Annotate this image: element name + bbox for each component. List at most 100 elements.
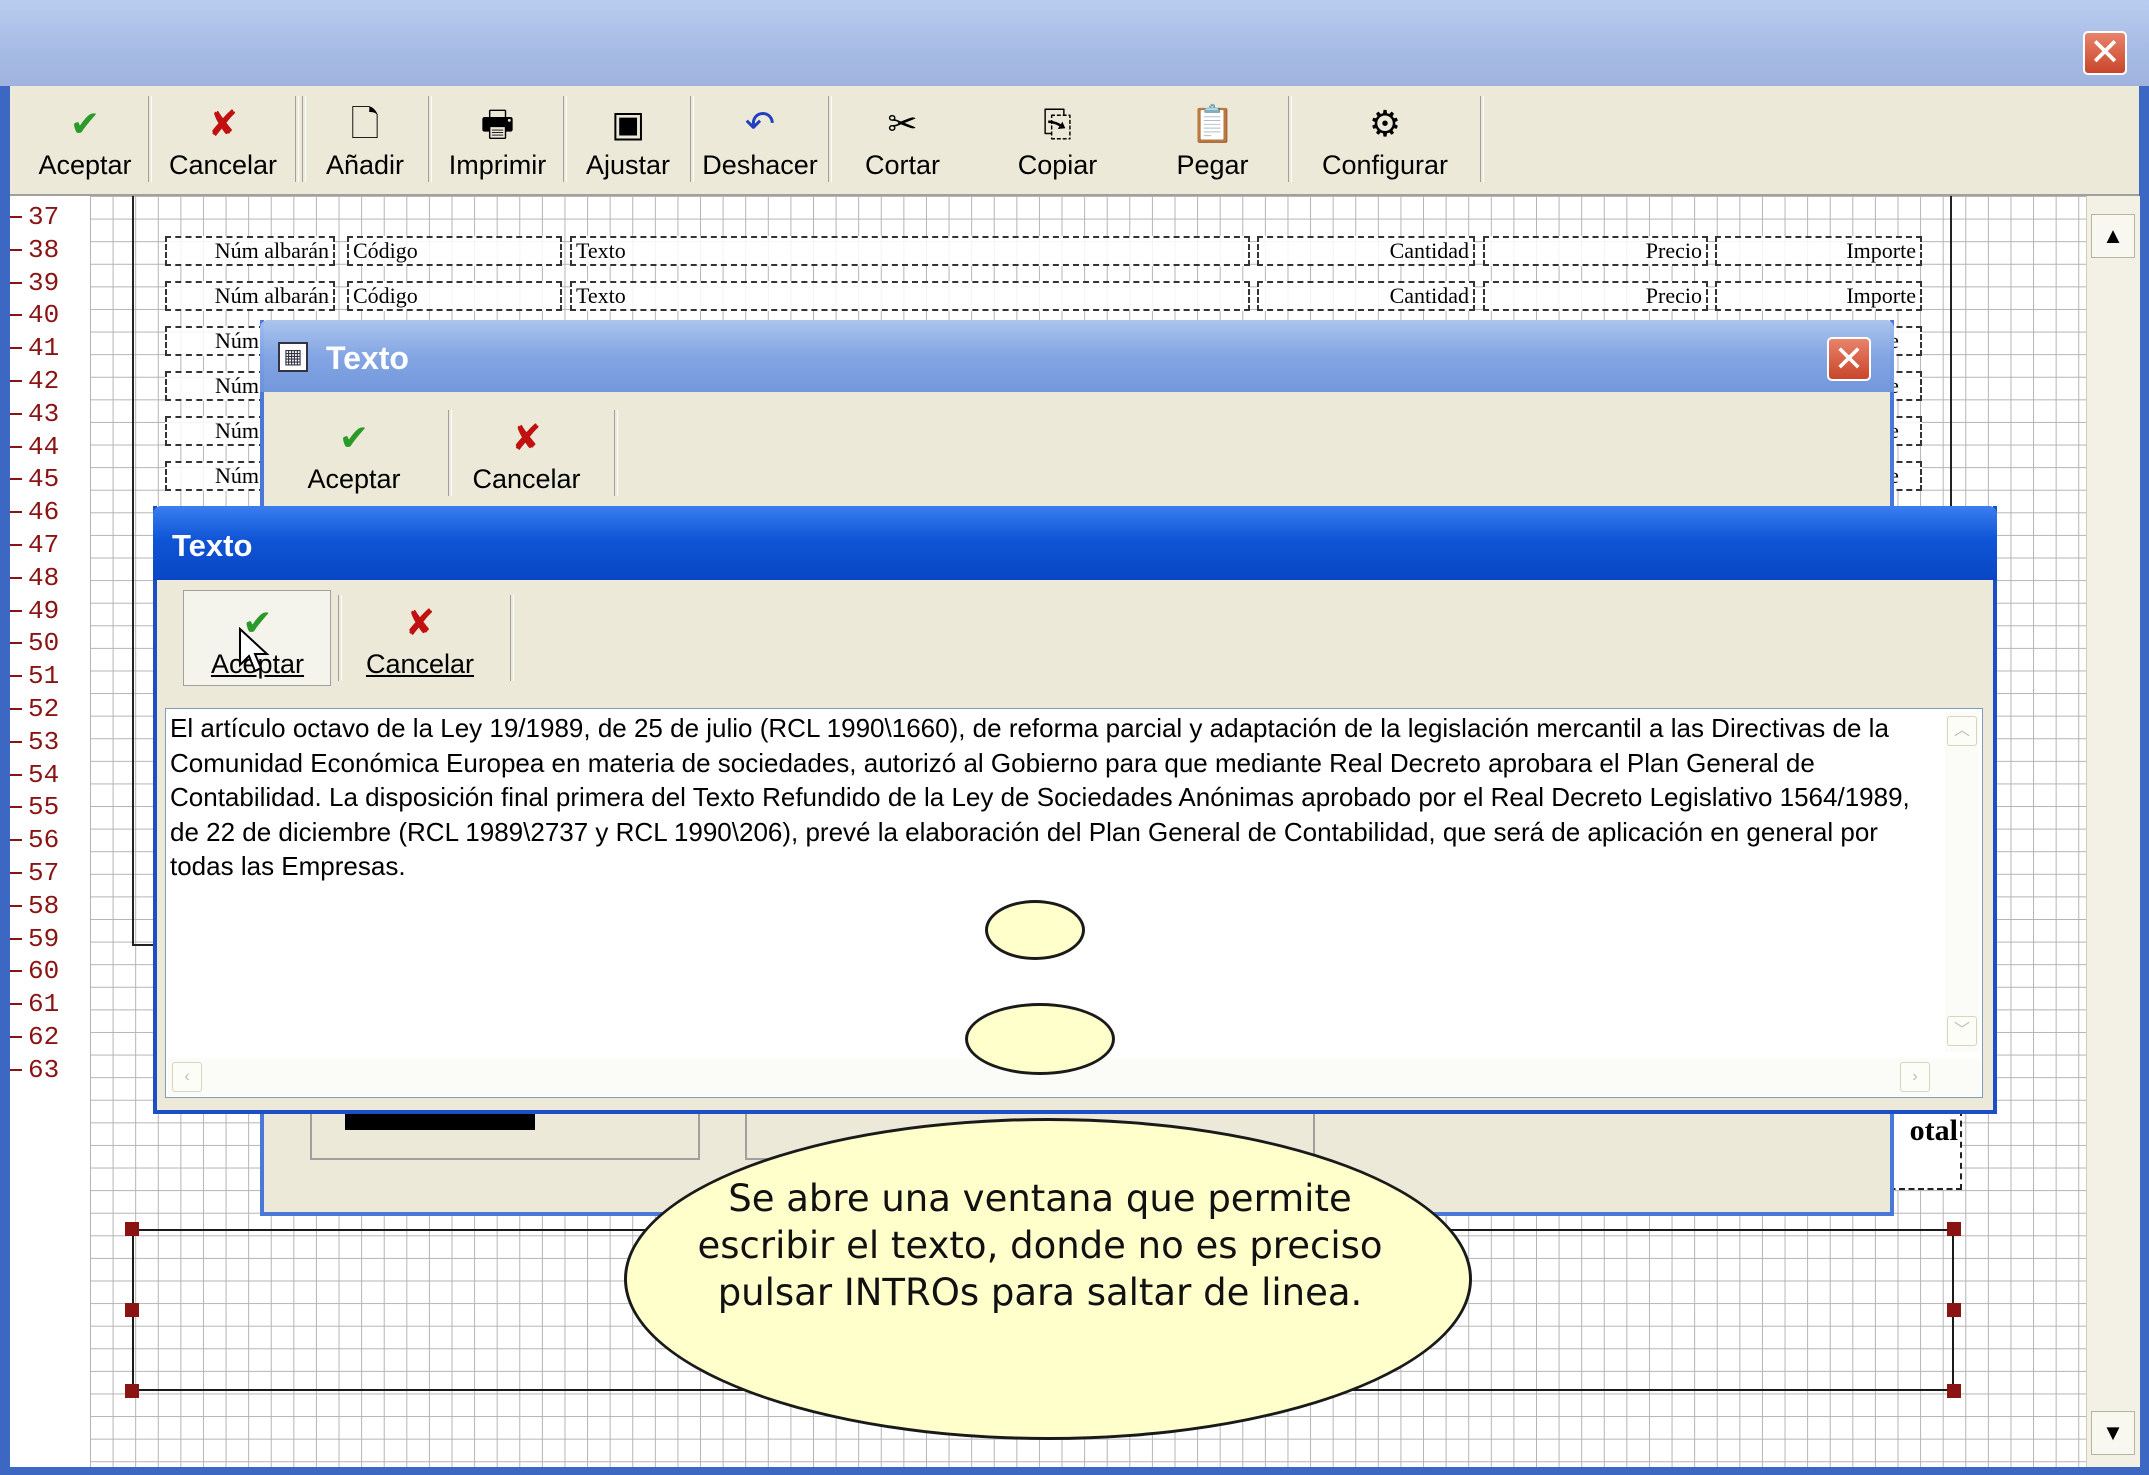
mouse-cursor-icon: [239, 627, 270, 673]
toolbar-cut-button[interactable]: ✂ Cortar: [845, 96, 960, 190]
cell-albaran[interactable]: Núm: [165, 371, 265, 401]
resize-handle[interactable]: [125, 1222, 139, 1236]
ruler-tick: [10, 740, 22, 743]
scroll-down-arrow-icon[interactable]: ▼: [2091, 1411, 2135, 1455]
ruler-tick: [10, 904, 22, 907]
gear-icon: ⚙: [1368, 103, 1402, 144]
ruler-number: 43: [28, 398, 60, 429]
ruler-number: 54: [28, 759, 60, 790]
ruler-tick: [10, 412, 22, 415]
cell-importe[interactable]: Importe: [1715, 281, 1922, 311]
ruler-tick: [10, 445, 22, 448]
cell-importe[interactable]: Importe: [1715, 236, 1922, 266]
toolbar-configure-button[interactable]: ⚙ Configurar: [1295, 96, 1475, 190]
text-editor-vertical-scrollbar[interactable]: ︿ ﹀: [1945, 712, 1979, 1052]
cross-icon: ✘: [511, 417, 542, 458]
toolbar-fit-button[interactable]: ▣ Ajustar: [568, 96, 688, 190]
toolbar-print-button[interactable]: 🖶 Imprimir: [435, 96, 560, 190]
ruler-number: 47: [28, 530, 60, 560]
cell-albaran[interactable]: Núm albarán: [165, 281, 335, 311]
toolbar-cancel-label: Cancelar: [168, 150, 278, 180]
cell-texto[interactable]: Texto: [570, 281, 1250, 311]
toolbar-separator: [428, 96, 432, 182]
ruler-tick: [10, 839, 22, 842]
dialog-back-cancel-button[interactable]: ✘ Cancelar: [454, 410, 599, 504]
window-frame-bottom: [0, 1467, 2149, 1475]
dialog-back-accept-label: Aceptar: [307, 464, 401, 494]
scroll-down-arrow-icon[interactable]: ﹀: [1947, 1016, 1977, 1046]
toolbar-separator: [148, 96, 152, 182]
text-dialog-background-toolbar: ✔ Aceptar ✘ Cancelar: [264, 400, 1884, 504]
callout-thought-bubble-small: [985, 900, 1085, 960]
ruler-tick: [10, 380, 22, 382]
text-editor-content[interactable]: El artículo octavo de la Ley 19/1989, de…: [170, 711, 1930, 884]
cell-codigo[interactable]: Código: [347, 281, 562, 311]
ruler-number: 37: [28, 202, 60, 232]
cell-cantidad[interactable]: Cantidad: [1257, 236, 1475, 266]
main-close-button[interactable]: ✕: [2083, 31, 2127, 75]
dialog-back-accept-button[interactable]: ✔ Aceptar: [289, 410, 419, 504]
ruler-tick: [10, 1068, 22, 1071]
resize-handle[interactable]: [125, 1384, 139, 1398]
window-frame-right: [2139, 86, 2149, 1475]
ruler-tick: [10, 1036, 22, 1038]
ruler-number: 49: [28, 595, 60, 626]
toolbar-add-label: Añadir: [325, 150, 405, 180]
paste-icon: 📋: [1190, 103, 1235, 144]
ruler-number: 48: [28, 562, 60, 593]
toolbar-undo-label: Deshacer: [702, 150, 818, 180]
toolbar-cancel-button[interactable]: ✘ Cancelar: [158, 96, 288, 190]
ruler-number: 52: [28, 694, 60, 724]
toolbar-cut-label: Cortar: [864, 150, 940, 180]
ruler-number: 38: [28, 234, 60, 265]
cell-precio[interactable]: Precio: [1483, 236, 1708, 266]
cell-texto[interactable]: Texto: [570, 236, 1250, 266]
ruler-number: 58: [28, 890, 60, 921]
toolbar-copy-button[interactable]: ⎘ Copiar: [1000, 96, 1115, 190]
ruler-number: 46: [28, 497, 60, 528]
ruler-tick: [10, 773, 22, 776]
toolbar-accept-button[interactable]: ✔ Aceptar: [30, 96, 140, 190]
cell-albaran[interactable]: Núm: [165, 326, 265, 356]
scissors-icon: ✂: [887, 103, 918, 144]
scroll-right-arrow-icon[interactable]: ›: [1900, 1062, 1930, 1092]
ruler-number: 45: [28, 464, 60, 495]
toolbar-separator: [1480, 96, 1484, 182]
toolbar-separator: [302, 96, 306, 182]
cell-precio[interactable]: Precio: [1483, 281, 1708, 311]
cross-icon: ✘: [404, 602, 436, 643]
cell-albaran[interactable]: Núm: [165, 461, 265, 491]
text-dialog-toolbar: ✔ Aceptar ✘ Cancelar: [160, 585, 1990, 689]
copy-icon: ⎘: [1043, 103, 1072, 144]
toolbar-paste-button[interactable]: 📋 Pegar: [1155, 96, 1270, 190]
scroll-left-arrow-icon[interactable]: ‹: [172, 1062, 202, 1092]
toolbar-add-button[interactable]: 🗋 Añadir: [310, 96, 420, 190]
toolbar-print-label: Imprimir: [448, 150, 547, 180]
cell-albaran[interactable]: Núm: [165, 416, 265, 446]
ruler-tick: [10, 347, 22, 350]
undo-icon: ↶: [744, 103, 776, 144]
text-dialog-background-close-button[interactable]: ✕: [1827, 337, 1871, 381]
ruler-number: 42: [28, 366, 60, 396]
report-row[interactable]: Núm albarán Código Texto Cantidad Precio…: [165, 277, 1922, 315]
ruler-number: 53: [28, 726, 60, 757]
toolbar-undo-button[interactable]: ↶ Deshacer: [695, 96, 825, 190]
dialog-cancel-button[interactable]: ✘ Cancelar: [345, 595, 495, 689]
report-row[interactable]: Núm albarán Código Texto Cantidad Precio…: [165, 232, 1922, 270]
toolbar-separator: [690, 96, 694, 182]
resize-handle[interactable]: [1947, 1222, 1961, 1236]
cell-albaran[interactable]: Núm albarán: [165, 236, 335, 266]
ruler-tick: [10, 281, 22, 284]
resize-handle[interactable]: [125, 1303, 139, 1317]
resize-handle[interactable]: [1947, 1303, 1961, 1317]
toolbar-separator: [828, 96, 832, 182]
cell-cantidad[interactable]: Cantidad: [1257, 281, 1475, 311]
ruler-number: 51: [28, 661, 60, 692]
resize-handle[interactable]: [1947, 1384, 1961, 1398]
toolbar-configure-label: Configurar: [1321, 150, 1449, 180]
cell-codigo[interactable]: Código: [347, 236, 562, 266]
scroll-up-arrow-icon[interactable]: ▲: [2091, 214, 2135, 258]
scroll-up-arrow-icon[interactable]: ︿: [1947, 716, 1977, 746]
ruler-number: 56: [28, 825, 60, 856]
main-vertical-scrollbar[interactable]: ▲ ▼: [2086, 196, 2140, 1467]
